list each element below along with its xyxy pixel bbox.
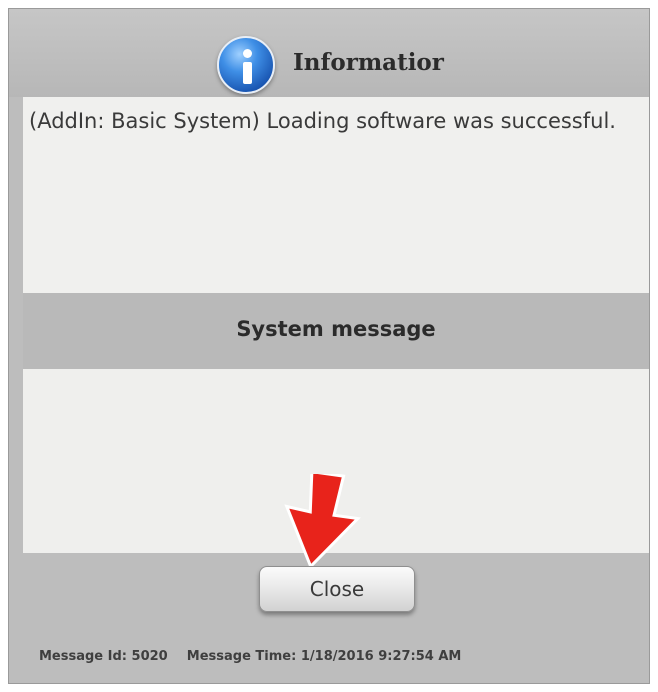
message-id-label: Message Id:	[39, 649, 127, 664]
dialog-title: Informatior	[293, 49, 444, 76]
info-icon	[217, 36, 275, 94]
message-time-value: 1/18/2016 9:27:54 AM	[300, 649, 462, 664]
close-button[interactable]: Close	[259, 566, 415, 612]
system-message-header: System message	[23, 293, 649, 369]
system-message-title: System message	[236, 317, 436, 341]
message-id-value: 5020	[131, 649, 168, 664]
information-dialog: Informatior (AddIn: Basic System) Loadin…	[8, 8, 650, 684]
info-icon-dot	[243, 49, 252, 58]
message-text: (AddIn: Basic System) Loading software w…	[29, 109, 616, 133]
message-panel: (AddIn: Basic System) Loading software w…	[23, 97, 649, 293]
red-down-arrow-icon	[284, 474, 361, 570]
dialog-footer: Message Id: 5020 Message Time: 1/18/2016…	[39, 649, 461, 664]
info-icon-stem	[243, 62, 252, 84]
dialog-title-bar: Informatior	[9, 9, 649, 97]
message-time-label: Message Time:	[186, 649, 297, 664]
